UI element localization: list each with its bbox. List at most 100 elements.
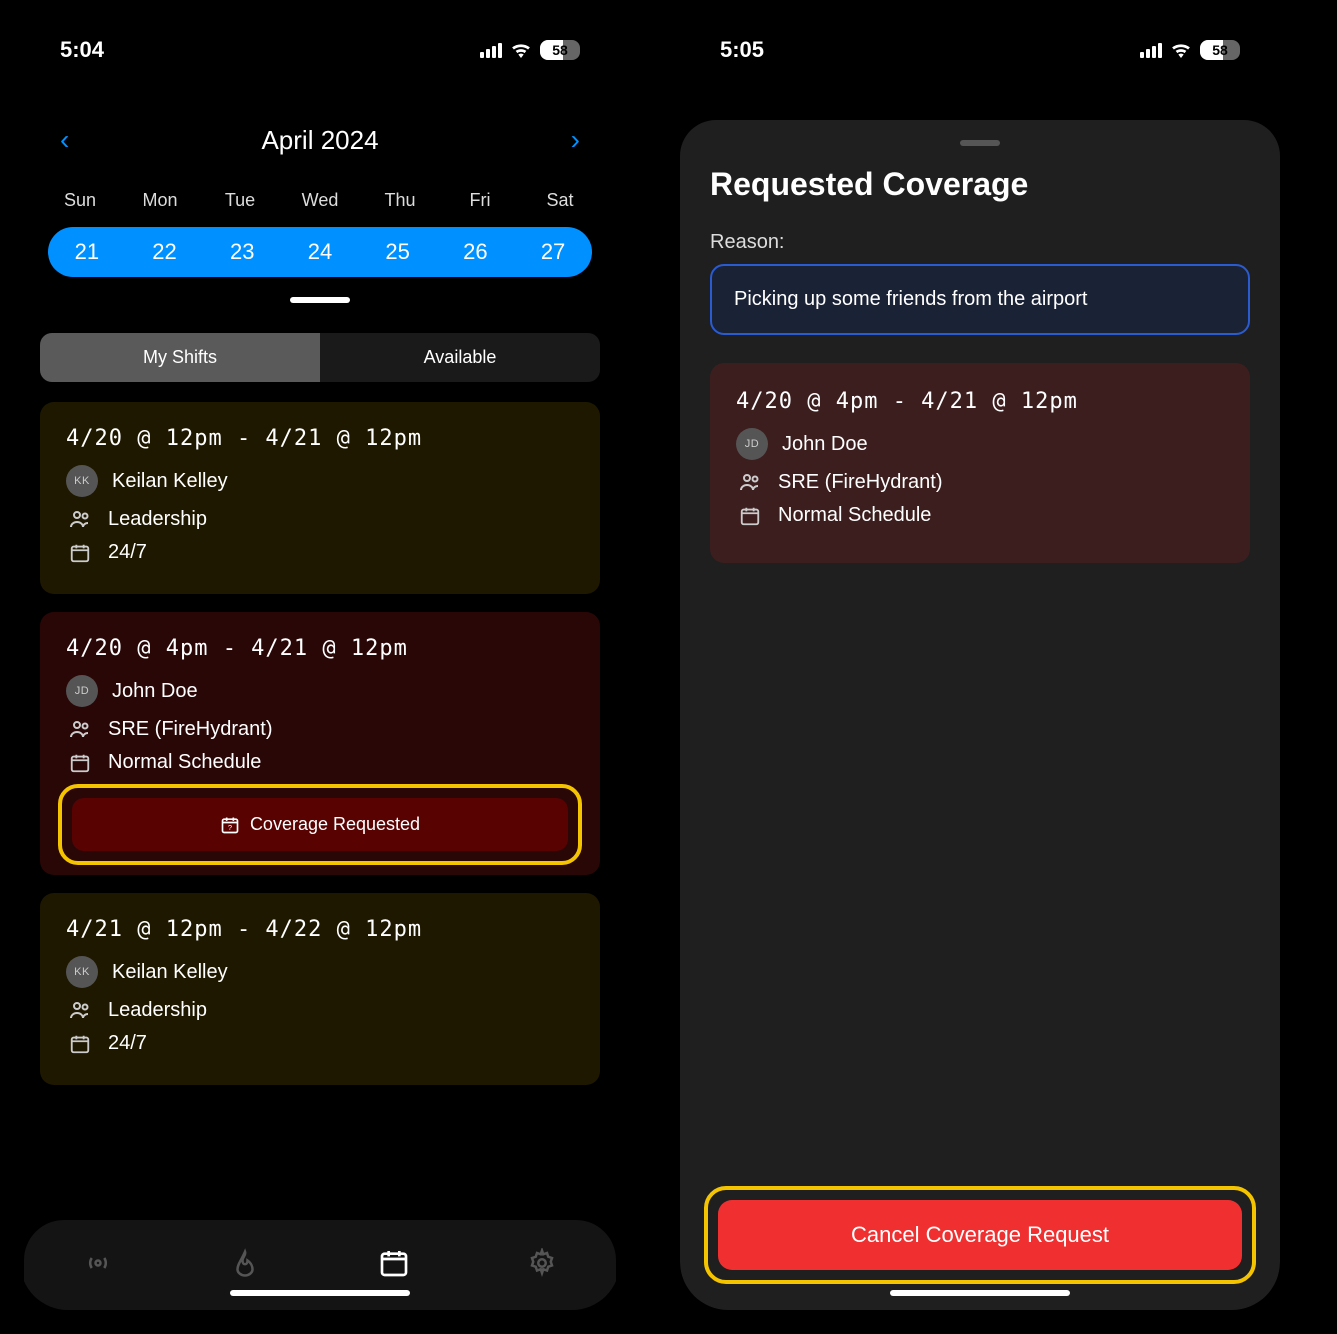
phone-left: 5:04 58 ‹ April 2024 › Sun Mon Tue Wed T…	[20, 20, 620, 1310]
avatar: KK	[66, 465, 98, 497]
shift-schedule-row: Normal Schedule	[736, 504, 1224, 527]
avatar: JD	[736, 428, 768, 460]
day-button[interactable]: 25	[363, 239, 433, 265]
calendar-icon	[66, 1033, 94, 1055]
shift-team-row: SRE (FireHydrant)	[66, 717, 574, 741]
highlight-ring: Cancel Coverage Request	[704, 1186, 1256, 1284]
shift-person-row: KK Keilan Kelley	[66, 956, 574, 988]
weekday-label: Fri	[445, 190, 515, 211]
team-name: SRE (FireHydrant)	[778, 471, 942, 494]
shift-person-row: KK Keilan Kelley	[66, 465, 574, 497]
person-name: Keilan Kelley	[112, 961, 228, 984]
people-icon	[66, 507, 94, 531]
people-icon	[66, 998, 94, 1022]
tab-settings[interactable]	[527, 1248, 557, 1283]
shift-time: 4/20 @ 4pm - 4/21 @ 12pm	[66, 636, 574, 661]
weekday-label: Wed	[285, 190, 355, 211]
wifi-icon	[510, 42, 532, 58]
person-name: John Doe	[112, 680, 198, 703]
shift-card[interactable]: 4/20 @ 12pm - 4/21 @ 12pm KK Keilan Kell…	[40, 402, 600, 594]
shift-team-row: Leadership	[66, 998, 574, 1022]
battery-icon: 58	[1200, 40, 1240, 60]
weekday-label: Sat	[525, 190, 595, 211]
signal-icon	[480, 43, 502, 58]
shifts-list: 4/20 @ 12pm - 4/21 @ 12pm KK Keilan Kell…	[20, 402, 620, 1220]
status-time: 5:04	[60, 37, 104, 63]
day-button[interactable]: 22	[130, 239, 200, 265]
status-bar: 5:04 58	[20, 20, 620, 80]
home-indicator[interactable]	[890, 1290, 1070, 1296]
reason-text-box[interactable]: Picking up some friends from the airport	[710, 264, 1250, 335]
shift-person-row: JD John Doe	[66, 675, 574, 707]
tab-my-shifts[interactable]: My Shifts	[40, 333, 320, 382]
day-button[interactable]: 27	[518, 239, 588, 265]
highlight-ring: ? Coverage Requested	[58, 784, 582, 865]
wifi-icon	[1170, 42, 1192, 58]
calendar-icon	[66, 542, 94, 564]
segmented-control: My Shifts Available	[40, 333, 600, 382]
tab-broadcast[interactable]	[83, 1248, 113, 1283]
person-name: Keilan Kelley	[112, 470, 228, 493]
shift-team-row: SRE (FireHydrant)	[736, 470, 1224, 494]
prev-month-button[interactable]: ‹	[50, 120, 79, 160]
avatar: JD	[66, 675, 98, 707]
shift-person-row: JD John Doe	[736, 428, 1224, 460]
reason-label: Reason:	[710, 231, 1250, 254]
status-right: 58	[480, 40, 580, 60]
weekday-row: Sun Mon Tue Wed Thu Fri Sat	[20, 180, 620, 217]
day-button[interactable]: 23	[207, 239, 277, 265]
shift-time: 4/20 @ 4pm - 4/21 @ 12pm	[736, 389, 1224, 414]
coverage-label: Coverage Requested	[250, 814, 420, 835]
avatar: KK	[66, 956, 98, 988]
sheet-title: Requested Coverage	[710, 166, 1250, 203]
phone-right: 5:05 58 Requested Coverage Reason: Picki…	[680, 20, 1280, 1310]
tab-available[interactable]: Available	[320, 333, 600, 382]
battery-icon: 58	[540, 40, 580, 60]
coverage-detail-card: 4/20 @ 4pm - 4/21 @ 12pm JD John Doe SRE…	[710, 363, 1250, 563]
day-button[interactable]: 26	[440, 239, 510, 265]
weekday-label: Thu	[365, 190, 435, 211]
day-button[interactable]: 21	[52, 239, 122, 265]
tab-fire[interactable]	[230, 1248, 260, 1283]
weekday-label: Tue	[205, 190, 275, 211]
schedule-name: Normal Schedule	[108, 751, 261, 774]
shift-team-row: Leadership	[66, 507, 574, 531]
coverage-requested-button[interactable]: ? Coverage Requested	[72, 798, 568, 851]
coverage-sheet: Requested Coverage Reason: Picking up so…	[680, 120, 1280, 1310]
calendar-icon	[736, 505, 764, 527]
weekday-label: Sun	[45, 190, 115, 211]
shift-schedule-row: 24/7	[66, 541, 574, 564]
shift-card[interactable]: 4/20 @ 4pm - 4/21 @ 12pm JD John Doe SRE…	[40, 612, 600, 875]
calendar-icon	[66, 752, 94, 774]
calendar-title: April 2024	[261, 125, 378, 156]
team-name: Leadership	[108, 508, 207, 531]
people-icon	[736, 470, 764, 494]
signal-icon	[1140, 43, 1162, 58]
people-icon	[66, 717, 94, 741]
person-name: John Doe	[782, 433, 868, 456]
status-bar: 5:05 58	[680, 20, 1280, 80]
drag-handle[interactable]	[290, 297, 350, 303]
tab-calendar[interactable]	[378, 1247, 410, 1284]
shift-card[interactable]: 4/21 @ 12pm - 4/22 @ 12pm KK Keilan Kell…	[40, 893, 600, 1085]
status-right: 58	[1140, 40, 1240, 60]
next-month-button[interactable]: ›	[561, 120, 590, 160]
team-name: Leadership	[108, 999, 207, 1022]
day-button[interactable]: 24	[285, 239, 355, 265]
schedule-name: 24/7	[108, 541, 147, 564]
svg-text:?: ?	[228, 823, 232, 832]
sheet-grabber[interactable]	[960, 140, 1000, 146]
calendar-question-icon: ?	[220, 815, 240, 835]
schedule-name: Normal Schedule	[778, 504, 931, 527]
shift-time: 4/20 @ 12pm - 4/21 @ 12pm	[66, 426, 574, 451]
status-time: 5:05	[720, 37, 764, 63]
home-indicator[interactable]	[230, 1290, 410, 1296]
tab-bar	[24, 1220, 616, 1310]
weekday-label: Mon	[125, 190, 195, 211]
shift-time: 4/21 @ 12pm - 4/22 @ 12pm	[66, 917, 574, 942]
shift-schedule-row: 24/7	[66, 1032, 574, 1055]
shift-schedule-row: Normal Schedule	[66, 751, 574, 774]
day-selector: 21 22 23 24 25 26 27	[48, 227, 592, 277]
cancel-coverage-button[interactable]: Cancel Coverage Request	[718, 1200, 1242, 1270]
schedule-name: 24/7	[108, 1032, 147, 1055]
